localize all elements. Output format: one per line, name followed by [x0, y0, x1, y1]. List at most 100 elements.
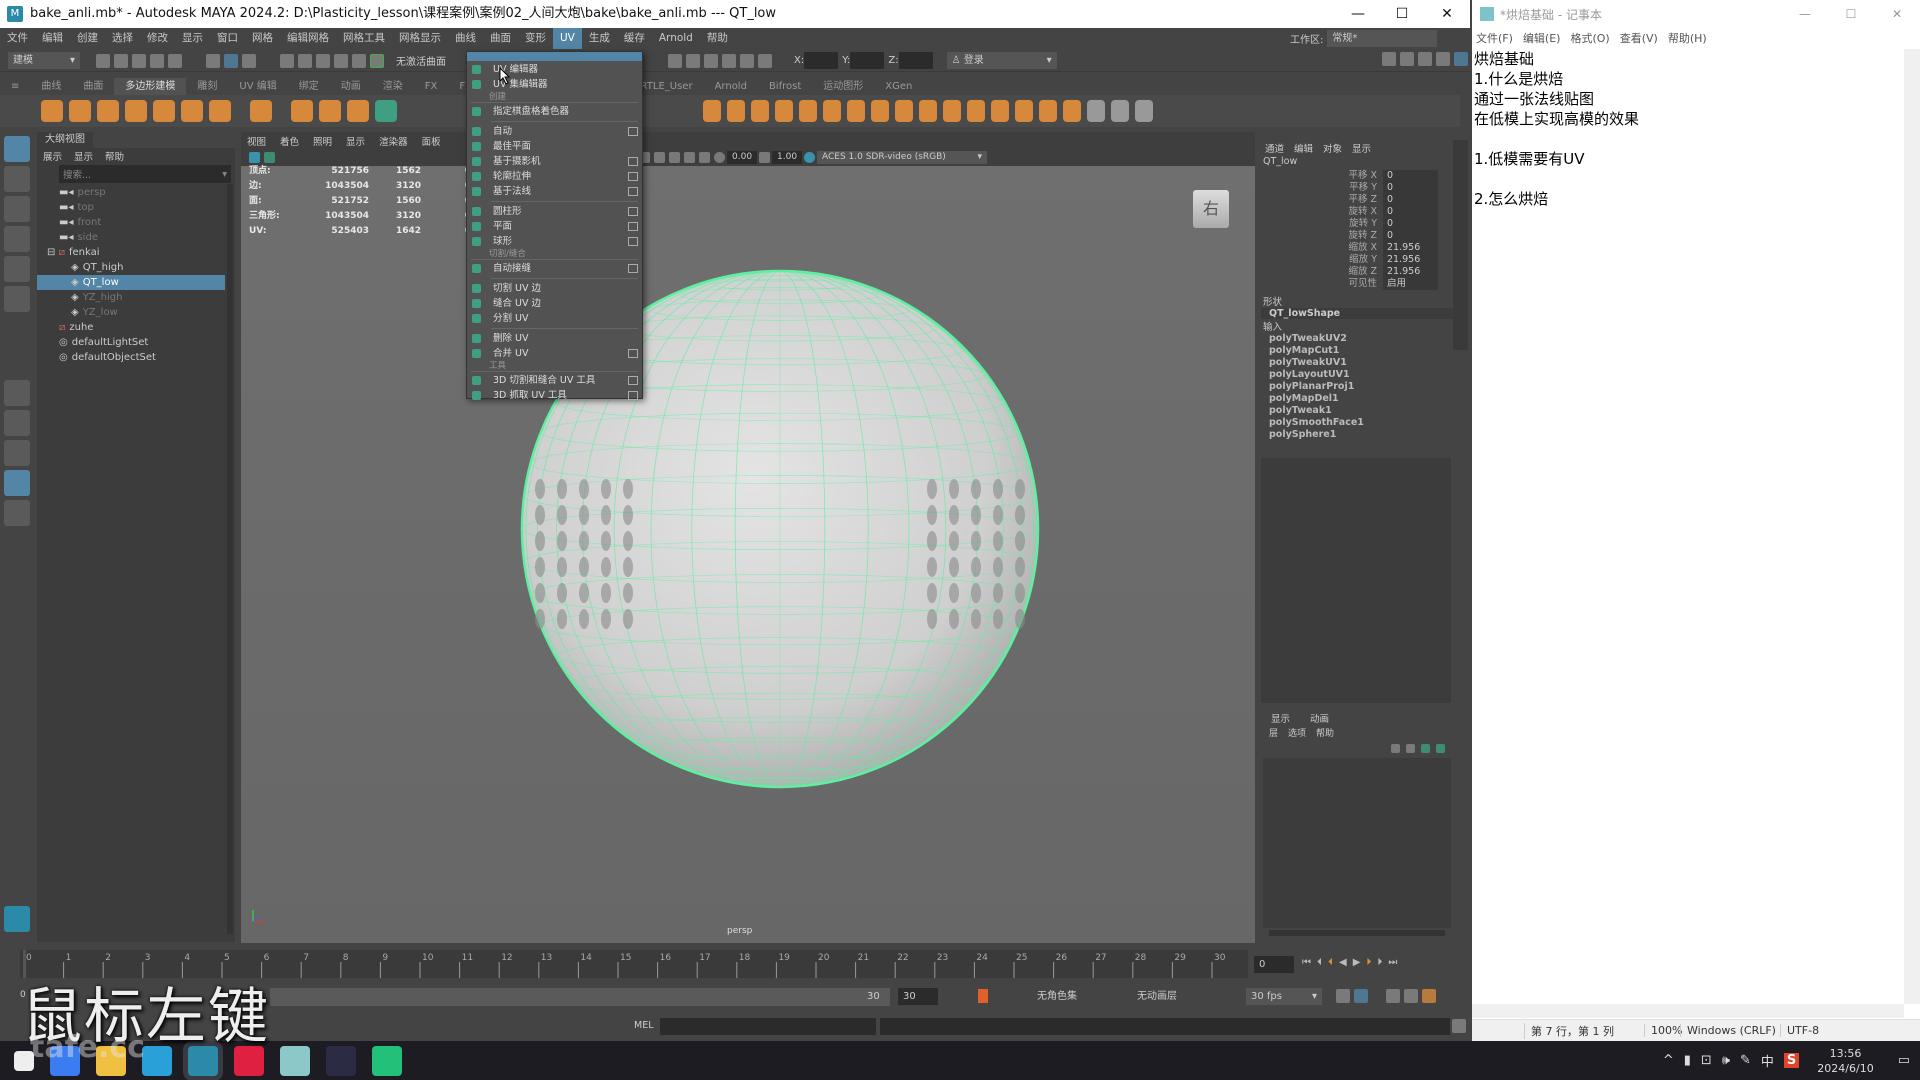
channel-box-menu[interactable]: 通道 [1265, 141, 1284, 155]
shape-node[interactable]: QT_lowShape [1261, 308, 1453, 319]
loop-icon[interactable] [1336, 989, 1350, 1003]
uv-menu-item[interactable]: 轮廓拉伸 [467, 169, 642, 184]
pause-icon[interactable] [758, 53, 772, 68]
viewport-menu[interactable]: 面板 [422, 134, 441, 148]
viewport-menu[interactable]: 视图 [247, 134, 266, 148]
attribute-value[interactable]: 21.956 [1383, 265, 1438, 278]
input-node[interactable]: polyMapDel1 [1261, 393, 1453, 405]
workspace-selector[interactable]: 工作区: 常规* [1290, 30, 1438, 47]
play-forward-icon[interactable]: ▶ [1353, 957, 1361, 968]
sogou-ime-icon[interactable]: S [1783, 1053, 1800, 1068]
network-icon[interactable]: ⊡ [1701, 1053, 1712, 1068]
step-back-key-icon[interactable]: ⏴ [1317, 957, 1322, 968]
channel-attribute[interactable]: 平移 Y 0 [1261, 181, 1453, 194]
channel-attribute[interactable]: 可见性 启用 [1261, 277, 1453, 290]
option-box-icon[interactable] [628, 237, 638, 246]
maya-home-icon[interactable] [4, 906, 30, 932]
select-object-icon[interactable] [224, 53, 238, 68]
layer-menu[interactable]: 层 [1269, 726, 1278, 739]
poly-cone-icon[interactable] [125, 100, 147, 122]
menu-12[interactable]: 曲面 [483, 28, 518, 49]
layer-menu[interactable]: 选项 [1288, 726, 1306, 739]
outliner-item-zuhe[interactable]: ⧄ zuhe [37, 320, 225, 335]
x-field[interactable] [804, 52, 839, 69]
paint-icon[interactable] [1135, 100, 1153, 122]
viewport-menu[interactable]: 照明 [313, 134, 332, 148]
poly-torus-icon[interactable] [153, 100, 175, 122]
notepad-menu[interactable]: 格式(O) [1570, 30, 1609, 46]
notepad-menu[interactable]: 编辑(E) [1523, 30, 1561, 46]
uv-menu-item[interactable]: UV 集编辑器 [467, 77, 642, 92]
uv-menu-item[interactable]: 切割 UV 边 [467, 281, 642, 296]
shelf-tab[interactable]: 雕刻 [186, 78, 228, 95]
new-layer-selected-icon[interactable] [1436, 743, 1445, 753]
auto-key-icon[interactable] [978, 989, 988, 1003]
outliner-tab[interactable]: 大纲视图 [37, 132, 93, 148]
gamma-field[interactable]: 1.00 [772, 151, 802, 164]
option-box-icon[interactable] [628, 127, 638, 136]
attribute-value[interactable]: 0 [1383, 229, 1438, 242]
pen-icon[interactable] [1087, 100, 1105, 122]
outliner-scrollbar[interactable] [227, 184, 233, 934]
uv-grid-icon[interactable] [375, 100, 397, 122]
menu-2[interactable]: 创建 [70, 28, 105, 49]
undo-icon[interactable] [150, 53, 164, 68]
target-weld-icon[interactable] [967, 100, 985, 122]
shelf-tab-menu-icon[interactable]: ≡ [0, 78, 30, 95]
maximize-button[interactable]: ☐ [1379, 0, 1425, 28]
snap-curve-icon[interactable] [298, 53, 312, 68]
outliner-item-YZ_high[interactable]: ◈ YZ_high [37, 290, 225, 305]
bridge-icon[interactable] [823, 100, 841, 122]
mirror-icon[interactable] [799, 100, 817, 122]
uv-menu-item[interactable]: 3D 切割和缝合 UV 工具 [467, 373, 642, 388]
pen-icon[interactable]: ✎ [1740, 1053, 1751, 1068]
ghost-icon[interactable] [1404, 989, 1418, 1003]
play-backward-icon[interactable]: ◀ [1339, 957, 1347, 968]
outliner-item-side[interactable]: ▬◂ side [37, 230, 225, 245]
tool-settings-icon[interactable] [1436, 52, 1450, 66]
sculpt-icon[interactable] [1063, 100, 1081, 122]
uv-menu-item[interactable]: UV 编辑器 [467, 62, 642, 77]
uv-menu-item[interactable]: 最佳平面 [467, 139, 642, 154]
channel-box-menu[interactable]: 显示 [1352, 141, 1371, 155]
snap-view-icon[interactable] [334, 53, 348, 68]
option-box-icon[interactable] [628, 187, 638, 196]
notepad-close-button[interactable]: ✕ [1874, 7, 1920, 21]
shelf-tab[interactable]: 渲染 [372, 78, 414, 95]
uv-menu-item[interactable]: 删除 UV [467, 331, 642, 346]
poly-disc-icon[interactable] [209, 100, 231, 122]
select-camera-icon[interactable] [249, 152, 260, 163]
sweep-icon[interactable] [291, 100, 313, 122]
uv-menu-item[interactable]: 基于摄影机 [467, 154, 642, 169]
shelf-tab[interactable]: FX [414, 78, 449, 95]
magnet-icon[interactable] [370, 53, 384, 68]
mode-selector[interactable]: 建模 ▾ [8, 52, 80, 69]
edit-pivot-icon[interactable] [1111, 100, 1129, 122]
shelf-tab[interactable]: 绑定 [288, 78, 330, 95]
notepad-icon[interactable] [280, 1045, 310, 1076]
go-to-end-icon[interactable]: ⏭ [1388, 957, 1397, 968]
outliner-item-persp[interactable]: ▬◂ persp [37, 185, 225, 200]
uv-menu-item[interactable]: 缝合 UV 边 [467, 296, 642, 311]
shelf-tab[interactable]: UV 编辑 [228, 78, 287, 95]
option-box-icon[interactable] [628, 349, 638, 358]
color-management-icon[interactable] [804, 152, 815, 163]
range-end-field[interactable]: 30 [862, 988, 890, 1005]
extrude-icon[interactable] [847, 100, 865, 122]
combine-icon[interactable] [703, 100, 721, 122]
viewport-menu[interactable]: 渲染器 [379, 134, 408, 148]
shelf-tab[interactable]: Bifrost [758, 78, 812, 95]
menu-tear-off[interactable] [467, 52, 642, 61]
smooth-icon[interactable] [751, 100, 769, 122]
isolate-select-icon[interactable] [684, 152, 695, 163]
shelf-tab[interactable]: XGen [874, 78, 923, 95]
notepad-minimize-button[interactable]: — [1782, 7, 1828, 21]
open-scene-icon[interactable] [114, 53, 128, 68]
channel-attribute[interactable]: 缩放 X 21.956 [1261, 241, 1453, 254]
attribute-value[interactable]: 21.956 [1383, 241, 1438, 254]
horizontal-scrollbar[interactable] [1472, 1004, 1904, 1018]
next-key-icon[interactable]: ⏵ [1366, 957, 1371, 968]
uv-menu-item[interactable]: 平面 [467, 219, 642, 234]
menu-7[interactable]: 网格 [245, 28, 280, 49]
cache-playback-icon[interactable] [1354, 989, 1368, 1003]
